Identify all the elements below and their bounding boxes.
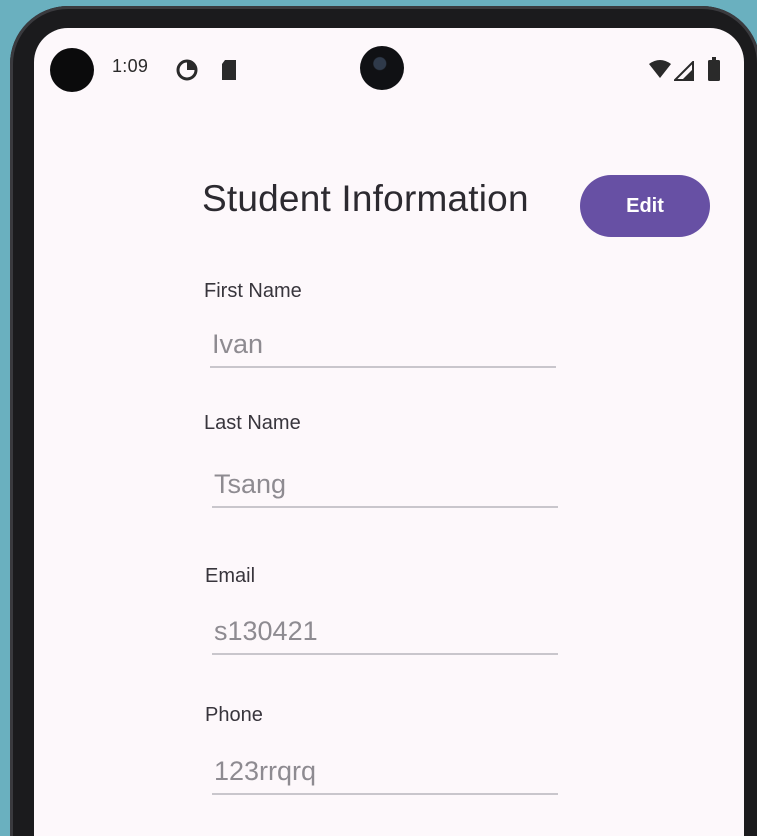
first-name-field[interactable]	[210, 322, 556, 368]
page-title: Student Information	[202, 178, 529, 219]
status-bar: 1:09	[34, 28, 744, 108]
punch-hole	[50, 48, 94, 92]
edit-button[interactable]: Edit	[580, 175, 710, 237]
last-name-field[interactable]	[212, 462, 558, 508]
status-clock: 1:09	[112, 56, 149, 76]
phone-screen: 1:09 Student Information Edit First Name…	[34, 28, 744, 836]
email-field[interactable]	[212, 609, 558, 655]
wifi-icon	[648, 60, 672, 85]
last-name-label: Last Name	[204, 412, 301, 434]
phone-field[interactable]	[212, 749, 558, 795]
battery-icon	[708, 57, 720, 86]
phone-label: Phone	[205, 704, 263, 726]
front-camera	[360, 46, 404, 90]
data-saver-icon	[176, 59, 198, 86]
sim-card-icon	[220, 59, 238, 86]
first-name-label: First Name	[204, 280, 302, 302]
stage: 1:09 Student Information Edit First Name…	[0, 0, 757, 836]
signal-icon	[672, 59, 694, 86]
email-label: Email	[205, 565, 256, 587]
